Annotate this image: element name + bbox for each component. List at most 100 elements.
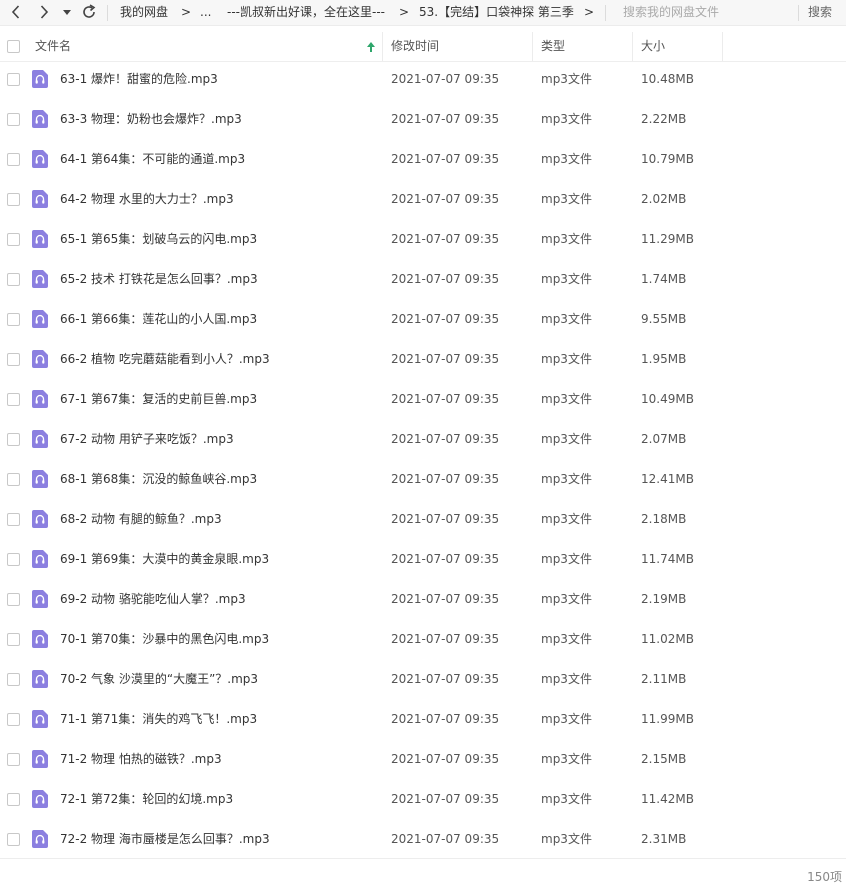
breadcrumb-item-folder[interactable]: ---凯叔新出好课，全在这里--- <box>227 0 385 24</box>
file-name[interactable]: 66-1 第66集：莲花山的小人国.mp3 <box>60 299 257 339</box>
divider <box>107 5 108 21</box>
file-type: mp3文件 <box>541 832 592 846</box>
file-name[interactable]: 65-2 技术 打铁花是怎么回事？.mp3 <box>60 259 258 299</box>
forward-icon[interactable] <box>34 2 54 22</box>
search-input[interactable]: 搜索我的网盘文件 <box>615 1 797 23</box>
file-name[interactable]: 72-1 第72集：轮回的幻境.mp3 <box>60 779 233 819</box>
row-checkbox[interactable] <box>7 393 20 406</box>
file-name[interactable]: 63-1 爆炸！甜蜜的危险.mp3 <box>60 59 218 99</box>
file-row[interactable]: 63-1 爆炸！甜蜜的危险.mp3 2021-07-07 09:35 mp3文件 10… <box>0 59 846 99</box>
file-row[interactable]: 72-2 物理 海市蜃楼是怎么回事？.mp3 2021-07-07 09:35 mp… <box>0 819 846 859</box>
file-row[interactable]: 67-1 第67集：复活的史前巨兽.mp3 2021-07-07 09:35 mp3… <box>0 379 846 419</box>
file-row[interactable]: 65-2 技术 打铁花是怎么回事？.mp3 2021-07-07 09:35 mp3… <box>0 259 846 299</box>
row-checkbox[interactable] <box>7 153 20 166</box>
file-type: mp3文件 <box>541 472 592 486</box>
file-modified-time: 2021-07-07 09:35 <box>391 472 500 486</box>
row-checkbox[interactable] <box>7 273 20 286</box>
file-row[interactable]: 71-2 物理 怕热的磁铁？.mp3 2021-07-07 09:35 mp3文件 2… <box>0 739 846 779</box>
file-row[interactable]: 71-1 第71集：消失的鸡飞飞！.mp3 2021-07-07 09:35 mp3… <box>0 699 846 739</box>
column-divider[interactable] <box>382 32 383 61</box>
file-row[interactable]: 70-1 第70集：沙暴中的黑色闪电.mp3 2021-07-07 09:35 mp… <box>0 619 846 659</box>
file-name[interactable]: 63-3 物理：奶粉也会爆炸？.mp3 <box>60 99 242 139</box>
file-type: mp3文件 <box>541 712 592 726</box>
row-checkbox[interactable] <box>7 193 20 206</box>
row-checkbox[interactable] <box>7 673 20 686</box>
file-name[interactable]: 70-1 第70集：沙暴中的黑色闪电.mp3 <box>60 619 269 659</box>
file-row[interactable]: 64-2 物理 水里的大力士？.mp3 2021-07-07 09:35 mp3文件… <box>0 179 846 219</box>
file-type: mp3文件 <box>541 72 592 86</box>
row-checkbox[interactable] <box>7 553 20 566</box>
file-name[interactable]: 64-1 第64集：不可能的通道.mp3 <box>60 139 245 179</box>
file-name[interactable]: 67-1 第67集：复活的史前巨兽.mp3 <box>60 379 257 419</box>
row-checkbox[interactable] <box>7 433 20 446</box>
row-checkbox[interactable] <box>7 593 20 606</box>
row-checkbox[interactable] <box>7 353 20 366</box>
row-checkbox[interactable] <box>7 73 20 86</box>
breadcrumb-item-ellipsis[interactable]: ... <box>200 0 211 24</box>
column-divider[interactable] <box>532 32 533 61</box>
file-modified-time: 2021-07-07 09:35 <box>391 272 500 286</box>
file-row[interactable]: 72-1 第72集：轮回的幻境.mp3 2021-07-07 09:35 mp3文件… <box>0 779 846 819</box>
row-checkbox[interactable] <box>7 833 20 846</box>
row-checkbox[interactable] <box>7 233 20 246</box>
file-row[interactable]: 68-1 第68集：沉没的鲸鱼峡谷.mp3 2021-07-07 09:35 mp3… <box>0 459 846 499</box>
file-name[interactable]: 65-1 第65集：划破乌云的闪电.mp3 <box>60 219 257 259</box>
row-checkbox[interactable] <box>7 313 20 326</box>
file-size: 1.95MB <box>641 352 687 366</box>
row-checkbox[interactable] <box>7 713 20 726</box>
file-row[interactable]: 68-2 动物 有腿的鲸鱼？.mp3 2021-07-07 09:35 mp3文件 2… <box>0 499 846 539</box>
file-name[interactable]: 67-2 动物 用铲子来吃饭？.mp3 <box>60 419 234 459</box>
file-row[interactable]: 70-2 气象 沙漠里的“大魔王”？.mp3 2021-07-07 09:35 mp… <box>0 659 846 699</box>
history-dropdown-icon[interactable] <box>61 2 73 22</box>
file-size: 10.79MB <box>641 152 694 166</box>
file-name[interactable]: 71-2 物理 怕热的磁铁？.mp3 <box>60 739 222 779</box>
row-checkbox[interactable] <box>7 113 20 126</box>
file-name[interactable]: 66-2 植物 吃完蘑菇能看到小人？.mp3 <box>60 339 270 379</box>
audio-file-icon <box>32 710 48 728</box>
divider <box>605 5 606 21</box>
column-type[interactable]: 类型 <box>541 32 565 61</box>
file-type: mp3文件 <box>541 392 592 406</box>
column-name[interactable]: 文件名 <box>35 32 71 61</box>
file-name[interactable]: 69-2 动物 骆驼能吃仙人掌？.mp3 <box>60 579 246 619</box>
column-divider[interactable] <box>722 32 723 61</box>
file-row[interactable]: 67-2 动物 用铲子来吃饭？.mp3 2021-07-07 09:35 mp3文件… <box>0 419 846 459</box>
search-button[interactable]: 搜索 <box>808 0 832 25</box>
sort-ascending-icon[interactable] <box>366 32 376 61</box>
file-modified-time: 2021-07-07 09:35 <box>391 512 500 526</box>
file-row[interactable]: 65-1 第65集：划破乌云的闪电.mp3 2021-07-07 09:35 mp3… <box>0 219 846 259</box>
column-divider[interactable] <box>632 32 633 61</box>
breadcrumb-item-root[interactable]: 我的网盘 <box>120 0 168 24</box>
file-name[interactable]: 70-2 气象 沙漠里的“大魔王”？.mp3 <box>60 659 258 699</box>
row-checkbox[interactable] <box>7 473 20 486</box>
breadcrumb-item-current[interactable]: 53.【完结】口袋神探 第三季 <box>419 0 574 24</box>
file-type: mp3文件 <box>541 312 592 326</box>
file-row[interactable]: 69-2 动物 骆驼能吃仙人掌？.mp3 2021-07-07 09:35 mp3文… <box>0 579 846 619</box>
file-row[interactable]: 66-2 植物 吃完蘑菇能看到小人？.mp3 2021-07-07 09:35 mp… <box>0 339 846 379</box>
row-checkbox[interactable] <box>7 793 20 806</box>
back-icon[interactable] <box>6 2 26 22</box>
column-header: 文件名 修改时间 类型 大小 <box>0 32 846 62</box>
file-modified-time: 2021-07-07 09:35 <box>391 392 500 406</box>
row-checkbox[interactable] <box>7 513 20 526</box>
file-name[interactable]: 71-1 第71集：消失的鸡飞飞！.mp3 <box>60 699 257 739</box>
file-type: mp3文件 <box>541 792 592 806</box>
column-size[interactable]: 大小 <box>641 32 665 61</box>
file-size: 2.07MB <box>641 432 687 446</box>
refresh-icon[interactable] <box>79 2 99 22</box>
audio-file-icon <box>32 510 48 528</box>
row-checkbox[interactable] <box>7 753 20 766</box>
file-name[interactable]: 72-2 物理 海市蜃楼是怎么回事？.mp3 <box>60 819 270 859</box>
file-row[interactable]: 66-1 第66集：莲花山的小人国.mp3 2021-07-07 09:35 mp3… <box>0 299 846 339</box>
file-row[interactable]: 64-1 第64集：不可能的通道.mp3 2021-07-07 09:35 mp3文… <box>0 139 846 179</box>
file-row[interactable]: 63-3 物理：奶粉也会爆炸？.mp3 2021-07-07 09:35 mp3文件… <box>0 99 846 139</box>
file-name[interactable]: 69-1 第69集：大漠中的黄金泉眼.mp3 <box>60 539 269 579</box>
file-name[interactable]: 68-1 第68集：沉没的鲸鱼峡谷.mp3 <box>60 459 257 499</box>
row-checkbox[interactable] <box>7 633 20 646</box>
select-all-checkbox[interactable] <box>7 40 20 53</box>
column-modified[interactable]: 修改时间 <box>391 32 439 61</box>
file-row[interactable]: 69-1 第69集：大漠中的黄金泉眼.mp3 2021-07-07 09:35 mp… <box>0 539 846 579</box>
audio-file-icon <box>32 590 48 608</box>
file-name[interactable]: 68-2 动物 有腿的鲸鱼？.mp3 <box>60 499 222 539</box>
file-name[interactable]: 64-2 物理 水里的大力士？.mp3 <box>60 179 234 219</box>
